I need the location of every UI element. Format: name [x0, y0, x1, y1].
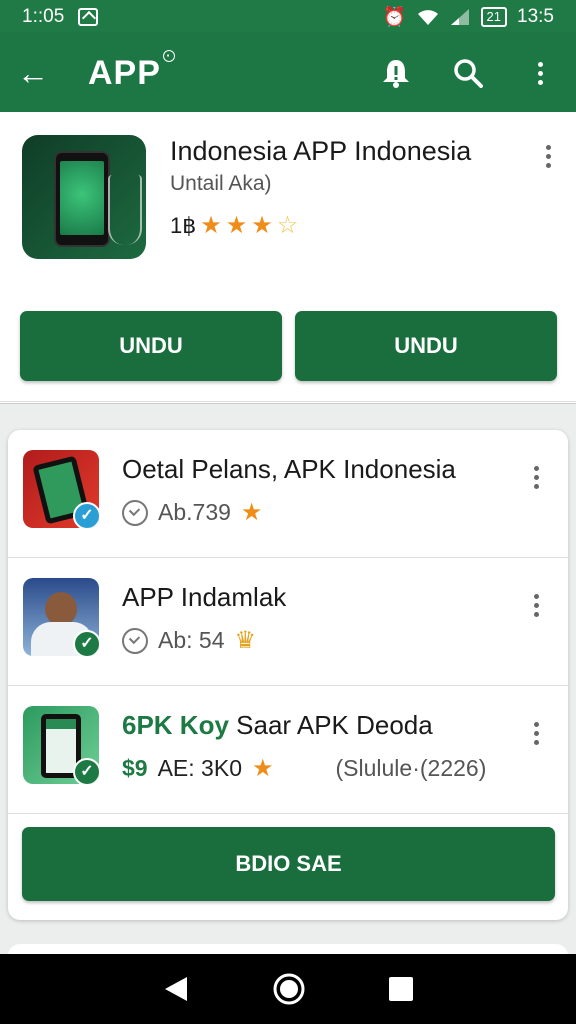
more-vert-icon — [530, 61, 550, 85]
search-button[interactable] — [432, 34, 504, 112]
more-vert-icon[interactable] — [538, 145, 558, 168]
system-nav-bar — [0, 954, 576, 1024]
list-item-name-highlight: 6PK Koy — [122, 710, 229, 740]
more-vert-icon[interactable] — [526, 722, 546, 745]
list-item-price: $9 — [122, 755, 148, 781]
verified-check-icon: ✓ — [73, 758, 99, 784]
status-time-left: 1::05 — [22, 6, 65, 27]
nav-home-icon[interactable] — [272, 972, 306, 1006]
app-bar: ← APP · — [0, 34, 576, 112]
back-arrow-icon[interactable]: ← — [0, 55, 66, 92]
app-icon — [22, 135, 146, 259]
list-action-button[interactable]: BDIO SAE — [22, 827, 555, 901]
app-title: APP · — [88, 49, 175, 93]
more-vert-icon[interactable] — [526, 594, 546, 617]
list-item-extra: (Slulule·(2226) — [335, 755, 487, 781]
star-icon: ★ — [200, 212, 222, 239]
list-item-size: Ab.739 — [158, 499, 231, 525]
download-button-right[interactable]: UNDU — [295, 311, 557, 381]
star-icon: ★ — [240, 499, 263, 526]
alarm-icon: ⏰ — [382, 7, 407, 28]
list-item[interactable]: ✓ 6PK Koy Saar APK Deoda $9 AE: 3K0 ★ (S… — [8, 686, 568, 814]
clock-icon — [122, 627, 148, 654]
verified-check-icon: ✓ — [73, 502, 99, 528]
app-icon: ✓ — [23, 578, 99, 656]
wifi-icon — [417, 10, 438, 25]
star-icon: ★ — [251, 212, 273, 239]
app-developer: Untail Aka) — [170, 172, 272, 195]
status-bar: 1::05 ⏰ 21 13:5 — [0, 0, 576, 34]
list-item-size: Ab: 54 — [158, 627, 225, 653]
more-vert-icon[interactable] — [526, 466, 546, 489]
app-icon: ✓ — [23, 706, 99, 784]
list-item-meta: $9 AE: 3K0 ★ (Slulule·(2226) — [122, 754, 486, 783]
divider — [0, 401, 576, 402]
list-item-meta: Ab.739 ★ — [122, 498, 262, 527]
overflow-menu-button[interactable] — [504, 34, 576, 112]
verified-check-icon: ✓ — [73, 630, 99, 656]
app-rating: 1฿ ★ ★ ★ ☆ — [170, 211, 298, 240]
list-item-name-rest: Saar APK Deoda — [228, 710, 433, 740]
app-name: Indonesia APP Indonesia — [170, 136, 472, 166]
crown-icon: ♛ — [234, 627, 257, 654]
bell-icon — [383, 60, 409, 88]
nav-back-icon[interactable] — [161, 974, 191, 1004]
list-item-size: AE: 3K0 — [157, 755, 242, 781]
nav-recents-icon[interactable] — [387, 975, 415, 1003]
star-icon: ★ — [225, 212, 248, 239]
notifications-button[interactable] — [360, 34, 432, 112]
clock-icon — [122, 499, 148, 526]
app-icon: ✓ — [23, 450, 99, 528]
search-icon — [454, 59, 483, 88]
star-half-icon: ☆ — [276, 212, 299, 239]
list-item-name: APP Indamlak — [122, 582, 287, 612]
status-time-right: 13:5 — [517, 6, 554, 27]
list-item[interactable]: ✓ Oetal Pelans, APK Indonesia Ab.739 ★ — [8, 430, 568, 558]
list-item-name: Oetal Pelans, APK Indonesia — [122, 454, 456, 484]
list-item[interactable]: ✓ APP Indamlak Ab: 54 ♛ — [8, 558, 568, 686]
list-item-meta: Ab: 54 ♛ — [122, 626, 256, 655]
battery-icon: 21 — [480, 7, 508, 27]
list-item-name: 6PK Koy Saar APK Deoda — [122, 710, 433, 741]
star-icon: ★ — [251, 755, 274, 782]
signal-icon — [450, 9, 469, 25]
registered-mark-icon: · — [162, 49, 175, 62]
notification-icon — [78, 8, 99, 26]
download-button-left[interactable]: UNDU — [20, 311, 282, 381]
rating-label: 1฿ — [170, 212, 197, 238]
